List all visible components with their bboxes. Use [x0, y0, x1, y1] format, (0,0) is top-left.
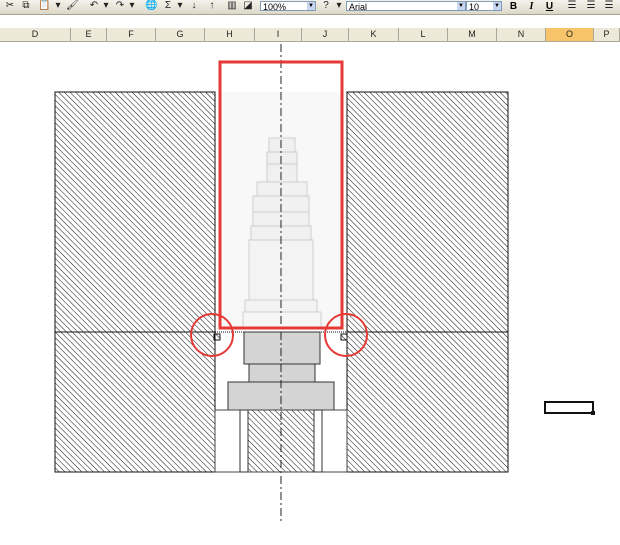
help-dropdown-icon[interactable]: ▾: [333, 0, 345, 12]
fill-handle[interactable]: [591, 411, 595, 415]
column-header-row: D E F G H I J K L M N O P: [0, 28, 620, 42]
red-highlight-circle-left[interactable]: [190, 313, 234, 357]
hatched-block-bottom-left[interactable]: [54, 331, 216, 473]
redo-icon[interactable]: ↷: [114, 0, 126, 12]
align-left-icon[interactable]: ☰: [566, 0, 578, 12]
bold-button[interactable]: B: [508, 1, 519, 12]
undo-dropdown-icon[interactable]: ▾: [100, 0, 112, 12]
standard-toolbar: ✂ ⧉ 📋 ▾ 🖌 ↶ ▾ ↷ ▾ 🌐 Σ ▾ ↓ ↑ ▥ ◪ 100% ▼ ?…: [0, 0, 620, 15]
column-header[interactable]: G: [156, 28, 205, 41]
redo-dropdown-icon[interactable]: ▾: [126, 0, 138, 12]
chevron-down-icon[interactable]: ▼: [457, 2, 465, 10]
column-header[interactable]: H: [205, 28, 255, 41]
small-corner-marker-left: [213, 333, 221, 341]
font-size-select[interactable]: 10 ▼: [466, 1, 502, 12]
sort-ascending-icon[interactable]: ↓: [188, 0, 200, 12]
column-header[interactable]: J: [302, 28, 349, 41]
underline-button[interactable]: U: [544, 1, 555, 12]
autosum-dropdown-icon[interactable]: ▾: [174, 0, 186, 12]
red-highlight-rectangle[interactable]: [218, 60, 344, 330]
hyperlink-icon[interactable]: 🌐: [145, 0, 157, 12]
pin-step-parts[interactable]: [214, 331, 348, 473]
undo-icon[interactable]: ↶: [88, 0, 100, 12]
column-header-selected[interactable]: O: [546, 28, 594, 41]
column-header[interactable]: L: [399, 28, 448, 41]
cut-icon[interactable]: ✂: [4, 0, 16, 12]
column-header[interactable]: E: [71, 28, 107, 41]
format-painter-icon[interactable]: 🖌: [66, 0, 79, 12]
column-header[interactable]: N: [497, 28, 546, 41]
font-name-value: Arial: [349, 2, 368, 12]
font-name-select[interactable]: Arial ▼: [346, 1, 466, 12]
column-header[interactable]: P: [594, 28, 620, 41]
chart-wizard-icon[interactable]: ▥: [226, 0, 238, 12]
column-header[interactable]: D: [0, 28, 71, 41]
hatched-block-center-bottom[interactable]: [247, 409, 315, 473]
align-center-icon[interactable]: ☰: [585, 0, 597, 12]
drawing-icon[interactable]: ◪: [242, 0, 254, 12]
align-right-icon[interactable]: ☰: [603, 0, 615, 12]
copy-icon[interactable]: ⧉: [20, 0, 32, 12]
hatched-block-top-left[interactable]: [54, 91, 216, 333]
chevron-down-icon[interactable]: ▼: [493, 2, 501, 10]
paste-icon[interactable]: 📋: [38, 0, 50, 12]
faded-stacked-part-image[interactable]: [222, 92, 341, 329]
column-header[interactable]: I: [255, 28, 302, 41]
help-icon[interactable]: ?: [320, 0, 332, 12]
drawing-canvas: [54, 44, 595, 522]
hatched-block-bottom-right[interactable]: [346, 331, 509, 473]
small-corner-marker-right: [340, 333, 348, 341]
font-size-value: 10: [469, 2, 480, 12]
hatched-block-top-right[interactable]: [346, 91, 509, 333]
zoom-select[interactable]: 100% ▼: [260, 1, 316, 12]
dropdown-arrow-icon[interactable]: ▾: [52, 0, 64, 12]
column-header[interactable]: F: [107, 28, 156, 41]
column-header[interactable]: K: [349, 28, 399, 41]
red-highlight-circle-right[interactable]: [324, 313, 368, 357]
italic-button[interactable]: I: [526, 1, 537, 12]
active-cell-selection[interactable]: [544, 401, 594, 414]
sort-descending-icon[interactable]: ↑: [206, 0, 218, 12]
column-header[interactable]: M: [448, 28, 497, 41]
chevron-down-icon[interactable]: ▼: [307, 2, 315, 10]
autosum-icon[interactable]: Σ: [162, 0, 174, 12]
zoom-value: 100%: [263, 2, 287, 12]
